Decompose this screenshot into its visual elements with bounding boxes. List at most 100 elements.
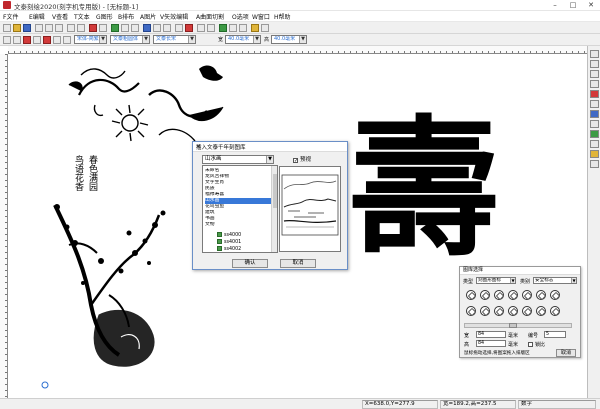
zoom-tool-icon[interactable] [590,160,599,168]
zoom-out-icon[interactable] [207,24,215,32]
fill-tool-icon[interactable] [590,130,599,138]
measure-icon[interactable] [261,24,269,32]
zoom-icon[interactable] [3,36,11,44]
file-item[interactable]: ss4001 [217,239,277,245]
safety-sign-icon[interactable] [536,290,546,300]
category-list[interactable]: 未命名 龙风吉祥物 文字生肖 民族 福禄寿喜 山水画 花鸟虫鱼 建筑 书画 文物… [202,165,278,253]
list-scrollbar[interactable] [271,166,277,252]
group-icon[interactable] [153,24,161,32]
safety-sign-icon[interactable] [522,306,532,316]
lock-ratio-checkbox[interactable]: 锁比 [528,341,545,348]
file-item[interactable]: ss4002 [217,246,277,252]
paste-icon[interactable] [55,24,63,32]
ok-button[interactable]: 确认 [232,259,268,268]
preview-checkbox[interactable]: ✓ 预视 [293,155,311,164]
image-tool-icon[interactable] [590,150,599,158]
safety-sign-icon[interactable] [466,306,476,316]
zoom-page-icon[interactable] [53,36,61,44]
menu-help[interactable]: H帮助 [274,12,291,21]
safety-sign-icon[interactable] [494,306,504,316]
open-icon[interactable] [13,24,21,32]
bezier-tool-icon[interactable] [590,120,599,128]
line-tool-icon[interactable] [590,80,599,88]
mirror-icon[interactable] [175,24,183,32]
menu-layout[interactable]: B排布 [118,12,134,21]
color-icon[interactable] [23,36,31,44]
font-en-select[interactable]: 文泰粗圆体 ▼ [110,35,150,44]
file-item[interactable]: ss4000 [217,232,277,238]
menu-view[interactable]: V查看 [52,12,68,21]
maximize-button[interactable]: □ [564,0,582,11]
safety-sign-icon[interactable] [466,290,476,300]
safety-sign-icon[interactable] [550,306,560,316]
safety-sign-icon[interactable] [550,290,560,300]
text-tool-icon[interactable] [590,70,599,78]
safety-sign-icon[interactable] [480,306,490,316]
panel-width-input[interactable]: 84 [476,331,506,338]
menu-image[interactable]: A图片 [140,12,156,21]
menu-options[interactable]: O选项 [232,12,249,21]
menu-file[interactable]: F文件 [3,12,18,21]
ellipse-tool-icon[interactable] [590,100,599,108]
menu-text[interactable]: T文本 [74,12,90,21]
fill-icon[interactable] [251,24,259,32]
category-select[interactable]: 山水画 ▼ [202,155,274,164]
safety-sign-icon[interactable] [480,290,490,300]
move-icon[interactable] [33,36,41,44]
node-tool-icon[interactable] [590,60,599,68]
export-icon[interactable] [131,24,139,32]
ungroup-icon[interactable] [163,24,171,32]
width-input[interactable]: 40.0毫米 ▼ [225,35,261,44]
menu-vector[interactable]: V矢效编辑 [160,12,188,21]
print-icon[interactable] [89,24,97,32]
cut-output-icon[interactable] [111,24,119,32]
new-icon[interactable] [3,24,11,32]
save-icon[interactable] [23,24,31,32]
font-style-select[interactable]: 文泰长宋 ▼ [153,35,196,44]
minimize-button[interactable]: – [546,0,564,11]
eraser-tool-icon[interactable] [590,140,599,148]
copy-icon[interactable] [45,24,53,32]
cut-icon[interactable] [35,24,43,32]
panel-cancel-button[interactable]: 取消 [556,349,576,357]
safety-sign-icon[interactable] [536,306,546,316]
import-icon[interactable] [121,24,129,32]
menu-edit[interactable]: E编辑 [29,12,45,21]
zoom-select-icon[interactable] [63,36,71,44]
grid-scrollbar[interactable] [464,323,572,328]
height-input[interactable]: 40.0毫米 ▼ [271,35,307,44]
weld-icon[interactable] [229,24,237,32]
scrollbar-thumb[interactable] [273,174,277,208]
preview-icon[interactable] [99,24,107,32]
rect-tool-icon[interactable] [590,90,599,98]
menu-window[interactable]: W窗口 [252,12,270,21]
panel-height-input[interactable]: 84 [476,340,506,347]
zoom-in-icon[interactable] [197,24,205,32]
safety-sign-icon[interactable] [508,290,518,300]
title-bar: 文泰刻绘2020(刻字机专用版) - [无标题-1] – □ ✕ [0,0,600,11]
outline-icon[interactable] [239,24,247,32]
close-button[interactable]: ✕ [582,0,600,11]
polygon-tool-icon[interactable] [590,110,599,118]
rotate-icon[interactable] [185,24,193,32]
safety-sign-icon[interactable] [508,306,518,316]
zoom-fit-icon[interactable] [13,36,21,44]
safety-sign-icon[interactable] [522,290,532,300]
type-select[interactable]: 刻图形图标 ▼ [476,277,516,284]
scrollbar-thumb[interactable] [509,323,517,328]
pointer-tool-icon[interactable] [590,50,599,58]
node-edit-icon[interactable] [219,24,227,32]
number-input[interactable]: 5 [544,331,566,338]
undo-icon[interactable] [67,24,75,32]
font-cn-select[interactable]: 宋体-简繁 ▼ [74,35,107,44]
list-item[interactable]: 文物 [205,222,275,228]
redo-icon[interactable] [77,24,85,32]
safety-sign-icon[interactable] [494,290,504,300]
category-select-panel[interactable]: 安全标志 ▼ [533,277,577,284]
align-icon[interactable] [143,24,151,32]
menu-graphic[interactable]: G图形 [96,12,113,21]
delete-icon[interactable] [43,36,51,44]
menu-cut[interactable]: A曲面切割 [196,12,224,21]
dialog-close-icon[interactable]: ✕ [196,143,345,152]
cancel-button[interactable]: 取消 [280,259,316,268]
